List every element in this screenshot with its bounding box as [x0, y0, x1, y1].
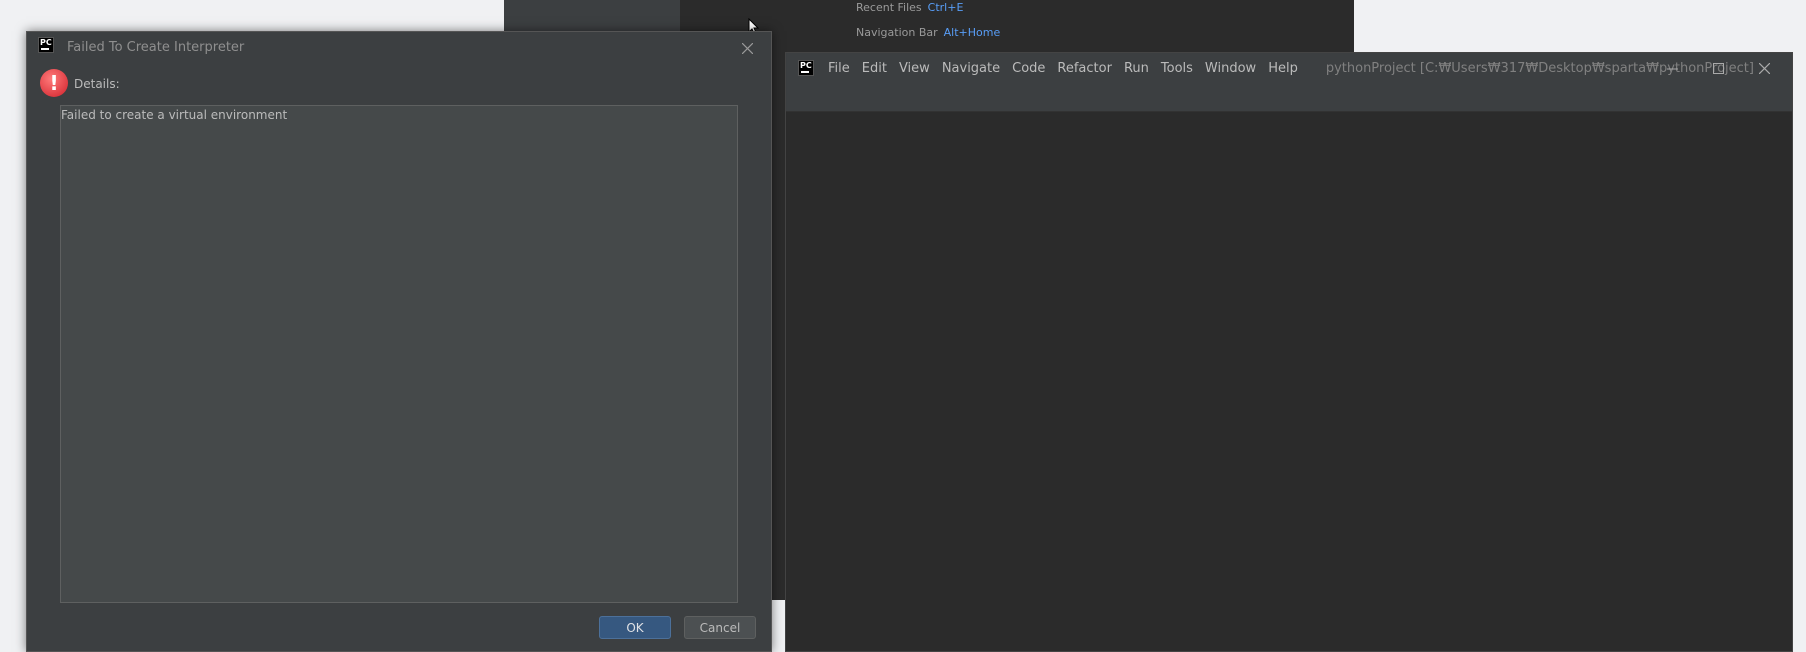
menu-refactor[interactable]: Refactor [1051, 61, 1118, 76]
menu-code[interactable]: Code [1006, 61, 1051, 76]
error-icon: ! [40, 69, 68, 97]
shortcut-hint-recent-files: Recent Files Ctrl+E [856, 1, 964, 14]
menu-tools[interactable]: Tools [1155, 61, 1199, 76]
toolbar [786, 83, 1792, 112]
ok-button[interactable]: OK [599, 616, 671, 639]
cancel-button[interactable]: Cancel [684, 616, 756, 639]
details-text-area[interactable]: Failed to create a virtual environment [60, 105, 738, 603]
minimize-icon [1666, 68, 1678, 69]
minimize-button[interactable] [1649, 53, 1695, 83]
pycharm-logo-icon: PC [798, 60, 814, 76]
window-close-button[interactable] [1741, 53, 1787, 83]
background-welcome-area: Recent Files Ctrl+E Navigation Bar Alt+Hom… [680, 0, 1340, 52]
pycharm-main-window: PC File Edit View Navigate Code Refactor… [785, 52, 1793, 652]
menu-run[interactable]: Run [1118, 61, 1155, 76]
title-bar: PC File Edit View Navigate Code Refactor… [786, 53, 1792, 83]
menu-window[interactable]: Window [1199, 61, 1262, 76]
dialog-title: Failed To Create Interpreter [67, 40, 245, 55]
menu-bar: File Edit View Navigate Code Refactor Ru… [822, 61, 1304, 76]
menu-view[interactable]: View [893, 61, 936, 76]
menu-navigate[interactable]: Navigate [936, 61, 1006, 76]
maximize-icon [1712, 62, 1724, 74]
error-dialog: PC Failed To Create Interpreter ! Detail… [26, 31, 772, 652]
details-label: Details: [74, 77, 120, 91]
menu-help[interactable]: Help [1262, 61, 1304, 76]
shortcut-hint-navigation-bar: Navigation Bar Alt+Home [856, 26, 1001, 39]
menu-edit[interactable]: Edit [856, 61, 893, 76]
dialog-pycharm-logo-icon: PC [38, 37, 54, 53]
details-text: Failed to create a virtual environment [61, 108, 288, 122]
menu-file[interactable]: File [822, 61, 856, 76]
close-icon [1758, 62, 1770, 74]
close-icon [741, 42, 753, 54]
dialog-close-button[interactable] [735, 36, 759, 60]
maximize-button[interactable] [1695, 53, 1741, 83]
